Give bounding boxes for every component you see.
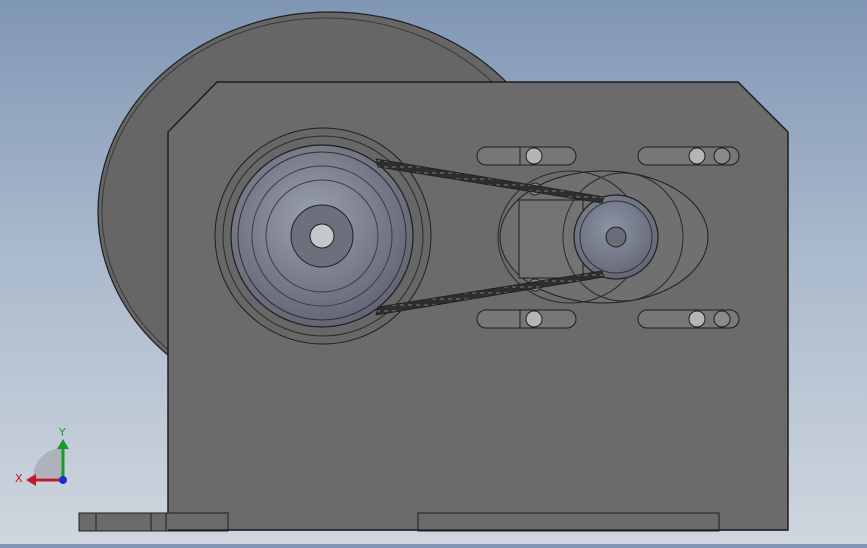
adjust-slot-top-left[interactable] [476,146,577,166]
z-axis-dot-icon [59,476,67,484]
y-axis-label: Y [58,426,66,439]
adjust-slot-bottom-left[interactable] [476,309,577,329]
base-foot-left[interactable] [78,512,229,532]
small-pulley[interactable] [573,194,659,280]
belt-drive-assembly: Y X [15,11,789,532]
base-foot-right[interactable] [417,512,720,532]
x-axis-label: X [15,472,23,485]
adjust-slot-top-right[interactable] [637,146,740,166]
adjust-slot-bottom-right[interactable] [637,309,740,329]
orientation-triad: Y X [15,426,69,486]
cad-viewport[interactable]: Y X [0,0,867,544]
